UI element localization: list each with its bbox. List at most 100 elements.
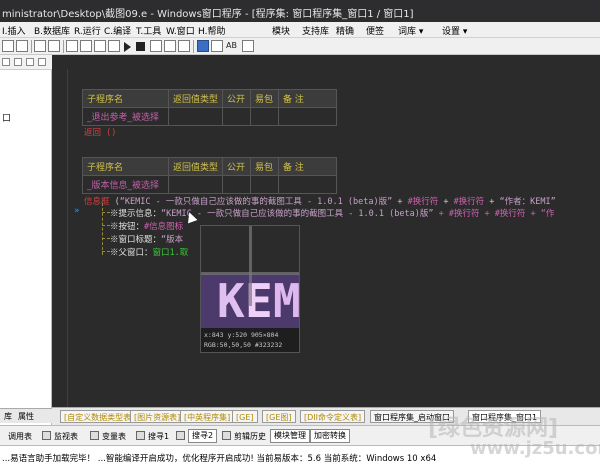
menu-database[interactable]: B.数据库 [34, 24, 70, 37]
form-icon[interactable] [108, 40, 120, 52]
step-icon[interactable] [150, 40, 162, 52]
tab-program-set[interactable]: [中英程序集] [180, 410, 235, 423]
infobox-open: ( [109, 197, 120, 207]
epkg-cell[interactable] [250, 107, 280, 126]
tree-connector [102, 225, 110, 226]
layout-icon[interactable] [34, 40, 46, 52]
tree-connector [102, 203, 103, 255]
code-line-infobox[interactable]: 信息框 (“KEMIC - 一款只做自己应该做的事的截图工具 - 1.0.1 (… [84, 195, 556, 207]
expand-arrows-icon[interactable]: » [74, 206, 80, 216]
search2-icon [176, 431, 185, 440]
output-text: ...易语言助手加载完毕！ ...智能编译开启成功，优化程序开启成功! 当前易版… [2, 454, 437, 464]
subroutine-table-2: 子程序名 返回值类型 公开 易包 备 注 _版本信息_被选择 [82, 157, 338, 194]
menu-compile[interactable]: C.编译 [104, 24, 131, 37]
menu-insert[interactable]: I.插入 [2, 24, 26, 37]
param-parent[interactable]: ※父窗口：窗口1.取 [110, 246, 188, 258]
col-return-type: 返回值类型 [167, 157, 224, 176]
tab-image-resources[interactable]: [图片资源表] [130, 410, 185, 423]
infobox-str1: “KEMIC - 一款只做自己应该做的事的截图工具 - 1.0.1 (beta)… [119, 197, 393, 207]
ab-icon[interactable]: AB [226, 41, 237, 53]
sub-name-cell[interactable]: _退出参考_被选择 [82, 107, 169, 126]
menu-notes[interactable]: 便签 [366, 24, 384, 37]
module-manager-button[interactable]: 模块管理 [270, 429, 310, 443]
encrypt-convert-button[interactable]: 加密转换 [310, 429, 350, 443]
param-button[interactable]: ※按钮：#信息图标 [110, 220, 183, 232]
menu-tools[interactable]: T.工具 [136, 24, 161, 37]
public-cell[interactable] [222, 107, 252, 126]
param-prompt[interactable]: ※提示信息：“KEMIC - 一款只做自己应该做的事的截图工具 - 1.0.1 … [110, 207, 554, 219]
col-sub-name: 子程序名 [82, 89, 169, 108]
infobox-fn: 信息框 [84, 197, 110, 207]
sub-name-cell[interactable]: _版本信息_被选择 [82, 175, 169, 194]
crosshair-horizontal [201, 272, 299, 275]
public-cell[interactable] [222, 175, 252, 194]
window-icon[interactable] [66, 40, 78, 52]
code-editor[interactable]: 子程序名 返回值类型 公开 易包 备 注 _退出参考_被选择 返回 () 子程序… [52, 55, 600, 407]
search2-button[interactable]: 搜寻2 [188, 429, 218, 443]
zoom-letter: M [273, 274, 300, 328]
param-value: 窗口1.取 [152, 248, 189, 258]
grid-icon[interactable] [48, 40, 60, 52]
code-line-return[interactable]: 返回 () [84, 126, 116, 138]
watch-table-button[interactable]: 监视表 [54, 431, 78, 442]
param-label: ※按钮： [110, 222, 145, 232]
list-icon[interactable] [94, 40, 106, 52]
menu-settings[interactable]: 设置 ▾ [442, 24, 467, 37]
ide-window: ministrator\Desktop\截图09.e - Windows窗口程序… [0, 0, 600, 466]
stop-icon[interactable] [136, 42, 145, 51]
tab-ge-graph[interactable]: [GE图] [262, 410, 296, 423]
sort-icon[interactable] [14, 58, 22, 66]
comment-icon[interactable] [242, 40, 254, 52]
param-title[interactable]: ※窗口标题：“版本 [110, 233, 183, 245]
step-into-icon[interactable] [164, 40, 176, 52]
left-panel-toolbar [0, 55, 52, 70]
call-table-button[interactable]: 调用表 [8, 431, 32, 442]
menu-help[interactable]: H.帮助 [198, 24, 225, 37]
refresh-icon[interactable] [38, 58, 46, 66]
magnifier-coords: x:843 y:520 905×804 [204, 331, 279, 339]
col-return-type: 返回值类型 [167, 89, 224, 108]
menu-support-lib[interactable]: 支持库 [302, 24, 329, 37]
search1-icon [136, 431, 145, 440]
tab-library[interactable]: 库 [4, 411, 12, 422]
return-type-cell[interactable] [167, 107, 224, 126]
step-over-icon[interactable] [178, 40, 190, 52]
new-icon[interactable] [2, 40, 14, 52]
open-icon[interactable] [16, 40, 28, 52]
menu-module[interactable]: 模块 [272, 24, 290, 37]
magnifier-color: RGB:50,50,50 #323232 [204, 341, 283, 349]
tab-custom-datatypes[interactable]: [自定义数据类型表] [60, 410, 139, 423]
editor-gutter [52, 69, 74, 407]
clip-history-button[interactable]: 剪辑历史 [234, 431, 266, 442]
menu-precise[interactable]: 精确 [336, 24, 354, 37]
tab-dll-commands[interactable]: [DII命令定义表] [300, 410, 366, 423]
window-title: ministrator\Desktop\截图09.e - Windows窗口程序… [2, 9, 414, 20]
col-remark: 备 注 [278, 157, 338, 176]
variable-table-button[interactable]: 变量表 [102, 431, 126, 442]
param-label: ※父窗口： [110, 248, 153, 258]
menu-run[interactable]: R.运行 [74, 24, 101, 37]
search1-button[interactable]: 搜寻1 [148, 431, 169, 442]
remark-cell[interactable] [278, 175, 338, 194]
const-newline: #换行符 [453, 197, 485, 207]
tree-item[interactable]: 口 [2, 111, 11, 124]
epkg-cell[interactable] [250, 175, 280, 194]
col-public: 公开 [222, 89, 252, 108]
toolbar: AB [0, 38, 600, 55]
toolbar-separator [63, 40, 64, 53]
menu-thesaurus[interactable]: 词库 ▾ [398, 24, 423, 37]
tab-properties[interactable]: 属性 [18, 411, 34, 422]
return-type-cell[interactable] [167, 175, 224, 194]
breakpoint-icon[interactable] [197, 40, 209, 52]
toolbar-separator [193, 40, 194, 53]
tab-ge[interactable]: [GE] [232, 410, 258, 423]
tree-icon[interactable] [2, 58, 10, 66]
infobox-str2: “作者：KEMI” [499, 197, 556, 207]
col-epkg: 易包 [250, 89, 280, 108]
remark-cell[interactable] [278, 107, 338, 126]
filter-icon[interactable] [26, 58, 34, 66]
run-icon[interactable] [124, 42, 131, 52]
close-icon[interactable] [211, 40, 223, 52]
menu-window[interactable]: W.窗口 [166, 24, 195, 37]
panel-icon[interactable] [80, 40, 92, 52]
